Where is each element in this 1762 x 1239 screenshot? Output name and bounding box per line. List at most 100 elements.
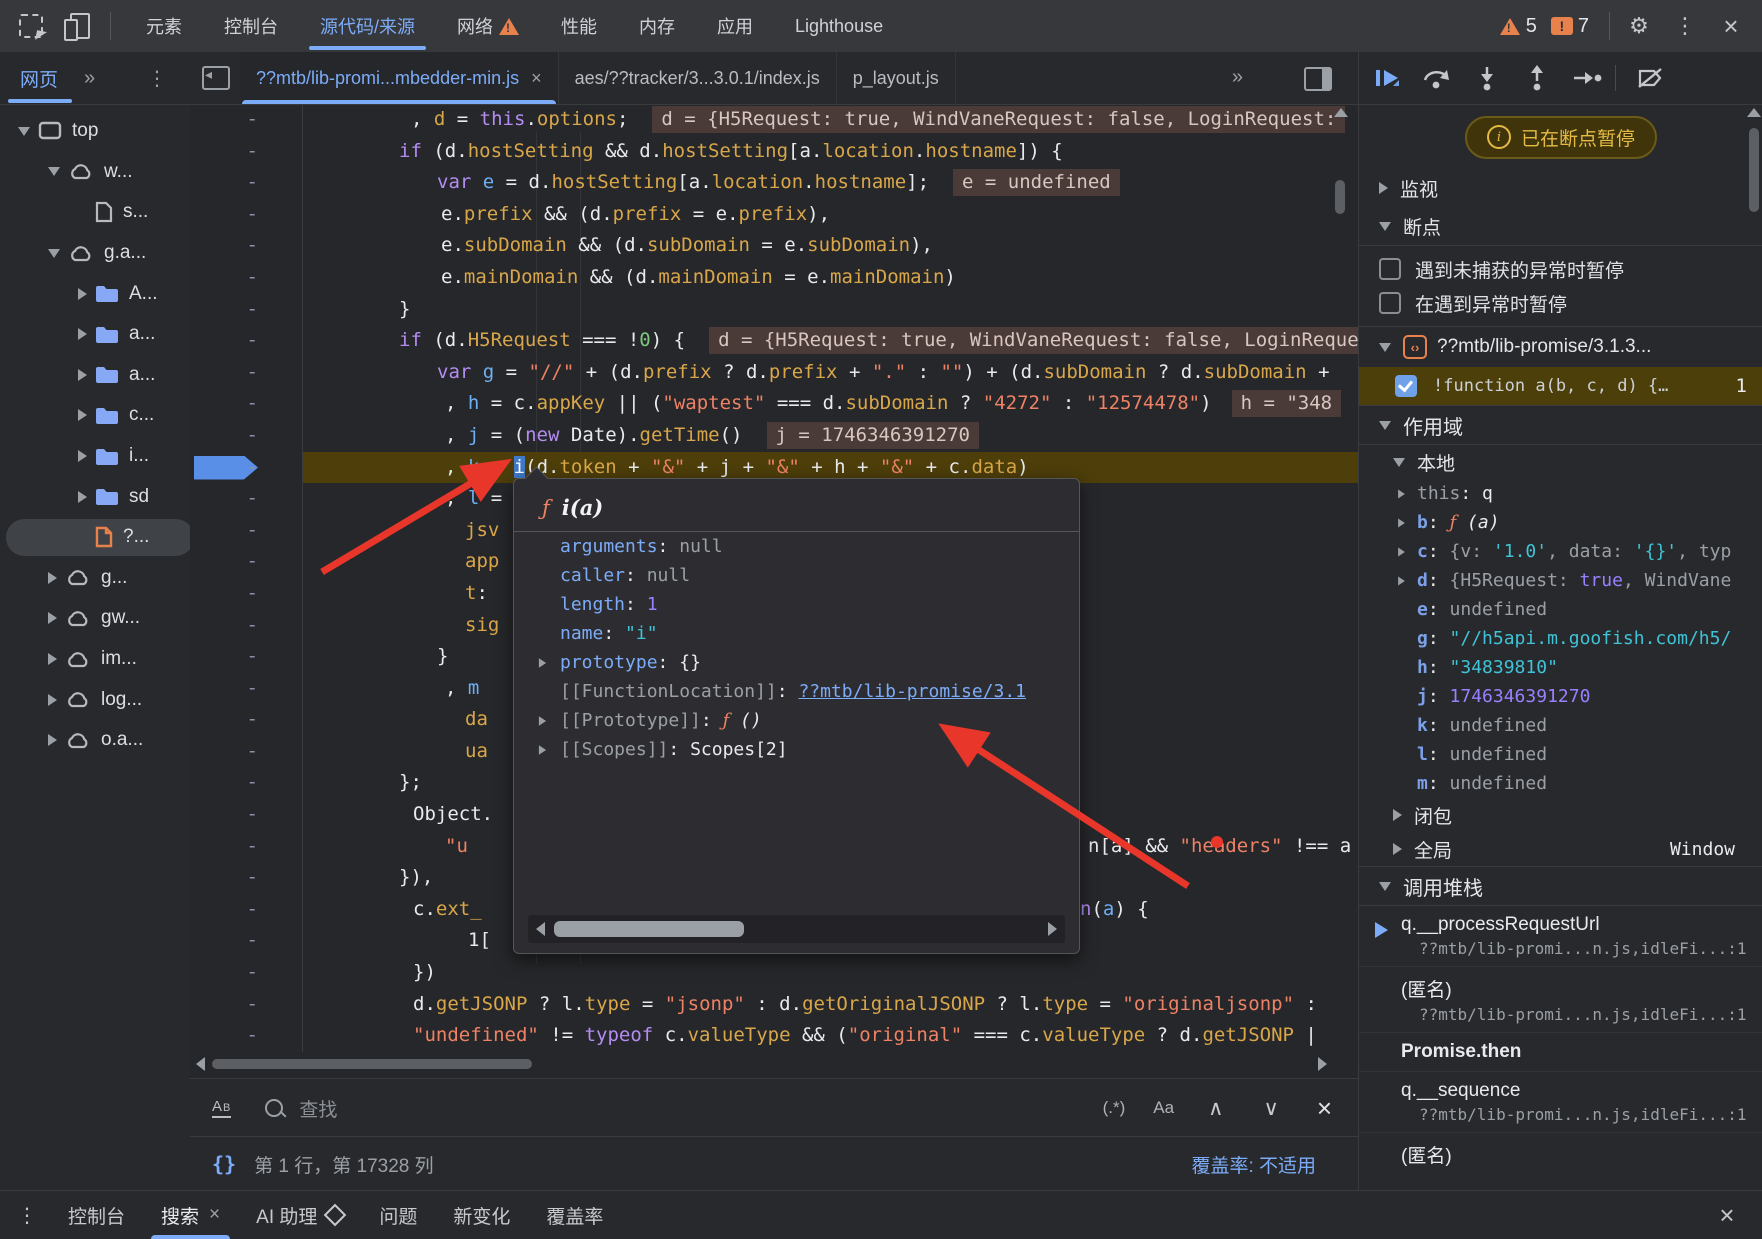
tooltip-row[interactable]: [[Prototype]]: ƒ () bbox=[514, 706, 1079, 735]
code-row[interactable]: -e.mainDomain && (d.mainDomain = e.mainD… bbox=[190, 262, 1358, 294]
scrollbar-thumb[interactable] bbox=[554, 921, 744, 937]
inspect-icon[interactable] bbox=[16, 11, 46, 41]
toggle-debugger-panel-icon[interactable] bbox=[1304, 67, 1332, 91]
code-gutter[interactable]: - bbox=[190, 989, 303, 1021]
pause-uncaught-option[interactable]: 遇到未捕获的异常时暂停 bbox=[1359, 252, 1762, 286]
tooltip-row[interactable]: name: "i" bbox=[514, 619, 1079, 648]
checkbox-icon[interactable] bbox=[1379, 258, 1401, 280]
replace-toggle-icon[interactable]: AB bbox=[212, 1098, 231, 1118]
section-breakpoints[interactable]: 断点 bbox=[1359, 207, 1762, 245]
tab-网络[interactable]: 网络 bbox=[436, 0, 540, 52]
close-tab-icon[interactable]: × bbox=[531, 68, 542, 89]
code-gutter[interactable]: - bbox=[190, 925, 303, 957]
code-gutter[interactable]: - bbox=[190, 957, 303, 989]
scope-group-global[interactable]: 全局 Window bbox=[1359, 832, 1762, 866]
scrollbar-thumb[interactable] bbox=[1335, 180, 1345, 214]
breakpoint-group[interactable]: ‹› ??mtb/lib-promise/3.1.3... bbox=[1359, 327, 1762, 367]
scope-var-this[interactable]: this: q bbox=[1359, 479, 1762, 508]
scrollbar-thumb[interactable] bbox=[1749, 128, 1759, 212]
code-gutter[interactable]: - bbox=[190, 736, 303, 768]
tab-内存[interactable]: 内存 bbox=[618, 0, 696, 52]
code-horizontal-scrollbar[interactable] bbox=[190, 1056, 1358, 1072]
page-tree-item-i[interactable]: i... bbox=[0, 436, 190, 477]
resume-button[interactable] bbox=[1365, 60, 1409, 96]
scroll-up-icon[interactable] bbox=[1334, 108, 1348, 117]
scroll-left-icon[interactable] bbox=[196, 1057, 205, 1071]
call-stack-frame[interactable]: q.__sequence??mtb/lib-promi...n.js,idleF… bbox=[1359, 1071, 1762, 1132]
code-gutter[interactable]: - bbox=[190, 136, 303, 168]
call-stack-frame[interactable]: (匿名)??mtb/lib-promi...n.js,idleFi...:1 bbox=[1359, 966, 1762, 1032]
tab-page[interactable]: 网页 bbox=[20, 52, 58, 104]
pretty-print-icon[interactable]: {} bbox=[212, 1152, 236, 1176]
scope-var-b[interactable]: b: ƒ (a) bbox=[1359, 508, 1762, 537]
breakpoint-checkbox[interactable] bbox=[1395, 375, 1417, 397]
close-tab-icon[interactable]: × bbox=[209, 1204, 220, 1226]
call-stack-frame[interactable]: q.__processRequestUrl??mtb/lib-promi...n… bbox=[1359, 906, 1762, 966]
tab-控制台[interactable]: 控制台 bbox=[203, 0, 299, 52]
scope-var-k[interactable]: k: undefined bbox=[1359, 711, 1762, 740]
code-gutter[interactable]: - bbox=[190, 452, 303, 484]
code-row[interactable]: -d.getJSONP ? l.type = "jsonp" : d.getOr… bbox=[190, 989, 1358, 1021]
code-gutter[interactable]: - bbox=[190, 578, 303, 610]
page-tree-item-c[interactable]: c... bbox=[0, 395, 190, 436]
checkbox-icon[interactable] bbox=[1379, 292, 1401, 314]
drawer-close-icon[interactable]: × bbox=[1710, 1198, 1744, 1232]
tab-应用[interactable]: 应用 bbox=[696, 0, 774, 52]
file-tab[interactable]: ??mtb/lib-promi...mbedder-min.js× bbox=[240, 52, 559, 104]
tab-Lighthouse[interactable]: Lighthouse bbox=[774, 0, 904, 52]
code-gutter[interactable]: - bbox=[190, 862, 303, 894]
section-scope[interactable]: 作用域 bbox=[1359, 406, 1762, 444]
code-gutter[interactable]: - bbox=[190, 641, 303, 673]
page-tree-item-A[interactable]: A... bbox=[0, 273, 190, 314]
panel-scrollbar[interactable] bbox=[1747, 106, 1761, 306]
code-row[interactable]: -e.prefix && (d.prefix = e.prefix), bbox=[190, 199, 1358, 231]
page-tree-item-im[interactable]: im... bbox=[0, 639, 190, 680]
step-out-button[interactable] bbox=[1515, 60, 1559, 96]
code-gutter[interactable]: - bbox=[190, 704, 303, 736]
code-gutter[interactable]: - bbox=[190, 610, 303, 642]
find-previous-button[interactable]: ∧ bbox=[1208, 1096, 1223, 1121]
code-gutter[interactable]: - bbox=[190, 167, 303, 199]
tooltip-row[interactable]: [[FunctionLocation]]: ??mtb/lib-promise/… bbox=[514, 677, 1079, 706]
page-tree-item-sd[interactable]: sd bbox=[0, 476, 190, 517]
find-input[interactable]: 查找 bbox=[299, 1095, 1088, 1122]
code-row[interactable]: -"undefined" != typeof c.valueType && ("… bbox=[190, 1020, 1358, 1052]
tab-元素[interactable]: 元素 bbox=[125, 0, 203, 52]
scope-var-c[interactable]: c: {v: '1.0', data: '{}', typ bbox=[1359, 537, 1762, 566]
regex-toggle[interactable]: (.*) bbox=[1103, 1098, 1126, 1118]
page-tree-item-s[interactable]: s... bbox=[0, 192, 190, 233]
code-gutter[interactable]: - bbox=[190, 894, 303, 926]
drawer-tab-问题[interactable]: 问题 bbox=[361, 1191, 435, 1239]
step-into-button[interactable] bbox=[1465, 60, 1509, 96]
tooltip-row[interactable]: length: 1 bbox=[514, 590, 1079, 619]
drawer-tab-AI助理[interactable]: AI 助理 bbox=[238, 1191, 361, 1239]
code-row[interactable]: -var e = d.hostSetting[a.location.hostna… bbox=[190, 167, 1358, 199]
scope-var-d[interactable]: d: {H5Request: true, WindVane bbox=[1359, 566, 1762, 595]
code-gutter[interactable]: - bbox=[190, 831, 303, 863]
coverage-status[interactable]: 覆盖率: 不适用 bbox=[1191, 1151, 1316, 1178]
file-tab[interactable]: p_layout.js bbox=[837, 52, 956, 104]
scope-var-e[interactable]: e: undefined bbox=[1359, 595, 1762, 624]
code-gutter[interactable]: - bbox=[190, 515, 303, 547]
scroll-left-icon[interactable] bbox=[536, 922, 545, 936]
code-gutter[interactable]: - bbox=[190, 294, 303, 326]
tab-性能[interactable]: 性能 bbox=[540, 0, 618, 52]
page-tree-item-a[interactable]: a... bbox=[0, 314, 190, 355]
code-gutter[interactable]: - bbox=[190, 546, 303, 578]
call-stack-frame[interactable]: Promise.then bbox=[1359, 1032, 1762, 1071]
code-row[interactable]: -, j = (new Date).getTime()j = 174634639… bbox=[190, 420, 1358, 452]
warnings-badge[interactable]: 5 bbox=[1500, 15, 1537, 38]
code-row[interactable]: -}) bbox=[190, 957, 1358, 989]
code-gutter[interactable]: - bbox=[190, 1020, 303, 1052]
page-tree-item-w[interactable]: w... bbox=[0, 152, 190, 193]
tooltip-row[interactable]: [[Scopes]]: Scopes[2] bbox=[514, 735, 1079, 764]
pause-exceptions-option[interactable]: 在遇到异常时暂停 bbox=[1359, 286, 1762, 320]
code-gutter[interactable]: - bbox=[190, 262, 303, 294]
code-row[interactable]: -if (d.H5Request === !0) {d = {H5Request… bbox=[190, 325, 1358, 357]
scope-group-local[interactable]: 本地 bbox=[1359, 445, 1762, 479]
code-gutter[interactable]: - bbox=[190, 673, 303, 705]
file-tab[interactable]: aes/??tracker/3...3.0.1/index.js bbox=[559, 52, 837, 104]
page-tree-item-top[interactable]: top bbox=[0, 111, 190, 152]
code-gutter[interactable]: - bbox=[190, 199, 303, 231]
step-over-button[interactable] bbox=[1415, 60, 1459, 96]
